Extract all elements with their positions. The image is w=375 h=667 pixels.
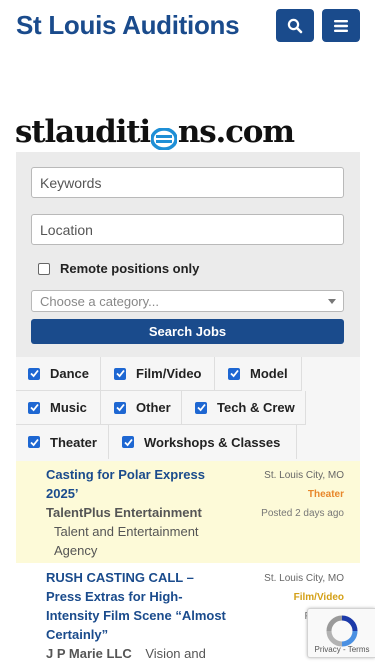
checkbox-checked-icon[interactable] — [122, 436, 134, 448]
recaptcha-badge[interactable]: Privacy - Terms — [307, 608, 375, 658]
keywords-input[interactable]: Keywords — [31, 167, 344, 198]
filter-other[interactable]: Other — [101, 391, 182, 425]
checkbox-checked-icon[interactable] — [28, 436, 40, 448]
filter-label: Model — [250, 366, 288, 381]
chevron-down-icon — [328, 299, 336, 304]
filter-film-video[interactable]: Film/Video — [101, 357, 215, 391]
job-listing[interactable]: Casting for Polar Express 2025’ TalentPl… — [16, 461, 360, 563]
filter-music[interactable]: Music — [16, 391, 101, 425]
job-search-form: Keywords Location Remote positions only … — [16, 152, 360, 357]
job-company: TalentPlus Entertainment Talent and Ente… — [46, 503, 236, 560]
checkbox-checked-icon[interactable] — [228, 367, 240, 380]
search-icon — [287, 18, 303, 33]
company-tagline: Vision and — [145, 646, 206, 661]
job-title-line: 2025’ — [46, 486, 79, 501]
company-name: TalentPlus Entertainment — [46, 505, 202, 520]
job-type-filters: Dance Film/Video Model Music Other Tech … — [16, 357, 360, 461]
logo-text-start: stlauditi — [15, 114, 151, 150]
site-logo[interactable]: stlauditi ns.com — [15, 114, 360, 151]
site-header: St Louis Auditions — [0, 0, 375, 50]
job-title-line: RUSH CASTING CALL – — [46, 570, 194, 585]
remote-only-label: Remote positions only — [60, 261, 200, 276]
site-title[interactable]: St Louis Auditions — [16, 10, 240, 41]
filter-label: Dance — [50, 366, 90, 381]
logo-ticket-icon — [150, 122, 178, 151]
job-title-line: Certainly” — [46, 627, 109, 642]
checkbox-checked-icon[interactable] — [28, 401, 40, 414]
job-location: St. Louis City, MO — [264, 470, 344, 481]
category-select-value: Choose a category... — [40, 293, 159, 309]
job-meta: St. Louis City, MO Theater Posted 2 days… — [261, 466, 344, 523]
job-company: J P Marie LLC Vision and — [46, 644, 236, 663]
checkbox-checked-icon[interactable] — [28, 367, 40, 380]
job-posted-date: Posted 2 days ago — [261, 508, 344, 519]
remote-only-option[interactable]: Remote positions only — [38, 261, 199, 276]
filter-label: Tech & Crew — [217, 400, 295, 415]
filter-label: Film/Video — [136, 366, 202, 381]
menu-button[interactable] — [322, 9, 360, 42]
checkbox-checked-icon[interactable] — [114, 401, 126, 414]
filter-model[interactable]: Model — [215, 357, 302, 391]
job-type-badge: Film/Video — [293, 592, 344, 603]
search-button[interactable] — [276, 9, 314, 42]
filter-theater[interactable]: Theater — [16, 425, 109, 459]
checkbox-checked-icon[interactable] — [114, 367, 126, 380]
filter-label: Music — [50, 400, 87, 415]
company-tagline: Talent and Entertainment Agency — [54, 524, 199, 558]
filter-label: Other — [136, 400, 171, 415]
job-title-line: Casting for Polar Express — [46, 467, 205, 482]
job-title[interactable]: Casting for Polar Express 2025’ — [46, 465, 226, 503]
job-title[interactable]: RUSH CASTING CALL – Press Extras for Hig… — [46, 568, 226, 644]
company-name: J P Marie LLC — [46, 646, 132, 661]
job-location: St. Louis City, MO — [264, 573, 344, 584]
filter-label: Workshops & Classes — [144, 434, 281, 450]
filter-workshops-classes[interactable]: Workshops & Classes — [109, 425, 297, 459]
recaptcha-footer[interactable]: Privacy - Terms — [308, 645, 375, 654]
recaptcha-icon — [326, 615, 358, 647]
filter-label: Theater — [50, 434, 97, 450]
checkbox-checked-icon[interactable] — [195, 401, 207, 414]
menu-icon — [334, 19, 348, 32]
filter-tech-crew[interactable]: Tech & Crew — [182, 391, 306, 425]
category-select[interactable]: Choose a category... — [31, 290, 344, 312]
job-title-line: Press Extras for High- — [46, 589, 183, 604]
filter-dance[interactable]: Dance — [16, 357, 101, 391]
location-input[interactable]: Location — [31, 214, 344, 245]
search-jobs-button[interactable]: Search Jobs — [31, 319, 344, 344]
job-title-line: Intensity Film Scene “Almost — [46, 608, 226, 623]
remote-only-checkbox[interactable] — [38, 262, 50, 275]
logo-text-end: ns.com — [177, 114, 295, 150]
job-type-badge: Theater — [307, 489, 344, 500]
